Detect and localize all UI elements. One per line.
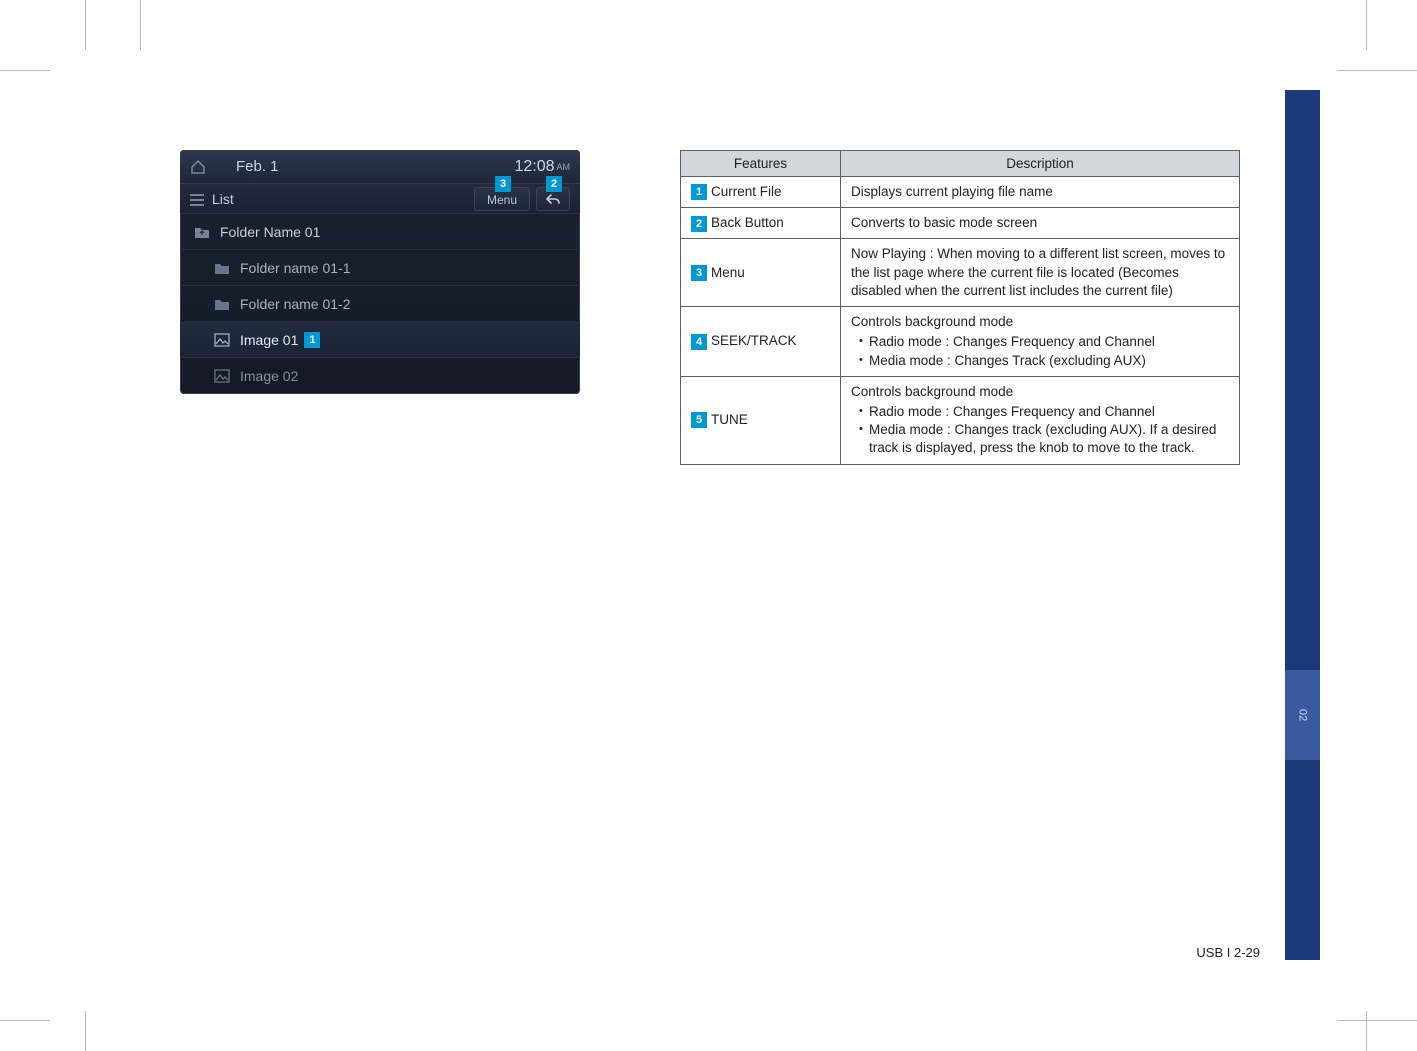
device-row-folder-sub1[interactable]: Folder name 01-1: [180, 250, 580, 286]
page: 02 Feb. 1 12:08 AM: [80, 30, 1320, 1020]
table-row: 3 Menu Now Playing : When moving to a dif…: [681, 239, 1240, 307]
device-sub-bar: List 3 Menu 2: [180, 184, 580, 214]
row-bullet: Radio mode : Changes Frequency and Chann…: [859, 403, 1229, 421]
features-table: Features Description 1 Current File Displ…: [680, 150, 1240, 465]
device-date: Feb. 1: [206, 158, 514, 175]
device-row-image2[interactable]: Image 02: [180, 358, 580, 394]
folder-up-icon: [194, 225, 210, 239]
device-row-image1[interactable]: Image 01 1: [180, 322, 580, 358]
row-name: Back Button: [711, 215, 784, 230]
device-screen: Feb. 1 12:08 AM List 3 Menu: [180, 150, 580, 394]
row-desc: Controls background mode Radio mode : Ch…: [841, 376, 1240, 464]
back-icon: [545, 193, 561, 205]
row-desc: Converts to basic mode screen: [841, 208, 1240, 239]
device-row-label: Image 02: [240, 368, 298, 384]
image-icon: [214, 369, 230, 383]
device-row-folder-top[interactable]: Folder Name 01: [180, 214, 580, 250]
row-desc: Displays current playing file name: [841, 177, 1240, 208]
folder-icon: [214, 297, 230, 311]
table-row: 1 Current File Displays current playing f…: [681, 177, 1240, 208]
crop-guide: [1337, 1020, 1417, 1021]
table-head-description: Description: [841, 151, 1240, 177]
table-head-features: Features: [681, 151, 841, 177]
row-bullet: Radio mode : Changes Frequency and Chann…: [859, 333, 1229, 351]
crop-guide: [0, 70, 50, 71]
callout-2: 2: [546, 176, 562, 192]
row-desc-lead: Controls background mode: [851, 314, 1013, 329]
row-desc: Controls background mode Radio mode : Ch…: [841, 307, 1240, 377]
row-bullet: Media mode : Changes track (excluding AU…: [859, 421, 1229, 457]
device-status-bar: Feb. 1 12:08 AM: [180, 150, 580, 184]
row-number: 4: [691, 334, 707, 350]
folder-icon: [214, 261, 230, 275]
table-row: 2 Back Button Converts to basic mode scre…: [681, 208, 1240, 239]
list-icon: [190, 193, 204, 205]
side-tab: 02: [1285, 670, 1320, 760]
crop-guide: [1366, 1011, 1367, 1051]
callout-1: 1: [304, 332, 320, 348]
image-icon: [214, 333, 230, 347]
back-button[interactable]: 2: [536, 187, 570, 211]
page-footer: USB I 2-29: [1196, 945, 1260, 960]
row-desc: Now Playing : When moving to a different…: [841, 239, 1240, 307]
row-desc-lead: Controls background mode: [851, 384, 1013, 399]
features-table-column: Features Description 1 Current File Displ…: [680, 150, 1240, 465]
row-name: SEEK/TRACK: [711, 333, 797, 348]
callout-3: 3: [495, 176, 511, 192]
row-number: 3: [691, 265, 707, 281]
device-list-title: List: [212, 191, 474, 207]
row-number: 1: [691, 184, 707, 200]
table-row: 4 SEEK/TRACK Controls background mode Rad…: [681, 307, 1240, 377]
device-row-folder-sub2[interactable]: Folder name 01-2: [180, 286, 580, 322]
row-name: Menu: [711, 265, 745, 280]
home-icon: [190, 159, 206, 175]
device-row-label: Folder name 01-1: [240, 260, 351, 276]
menu-button[interactable]: 3 Menu: [474, 187, 530, 211]
row-bullet: Media mode : Changes Track (excluding AU…: [859, 352, 1229, 370]
content-area: Feb. 1 12:08 AM List 3 Menu: [180, 150, 1240, 465]
device-screenshot-column: Feb. 1 12:08 AM List 3 Menu: [180, 150, 600, 394]
side-blue-bar: [1285, 90, 1320, 960]
row-name: TUNE: [711, 412, 748, 427]
device-row-label: Folder name 01-2: [240, 296, 351, 312]
device-time: 12:08: [514, 158, 554, 176]
device-row-label: Image 01: [240, 332, 298, 348]
device-row-label: Folder Name 01: [220, 224, 320, 240]
crop-guide: [0, 1020, 50, 1021]
crop-guide: [1337, 70, 1417, 71]
row-number: 5: [691, 412, 707, 428]
table-row: 5 TUNE Controls background mode Radio mod…: [681, 376, 1240, 464]
row-name: Current File: [711, 184, 782, 199]
crop-guide: [1366, 0, 1367, 50]
menu-button-label: Menu: [487, 193, 517, 207]
device-ampm: AM: [555, 162, 571, 172]
row-number: 2: [691, 216, 707, 232]
